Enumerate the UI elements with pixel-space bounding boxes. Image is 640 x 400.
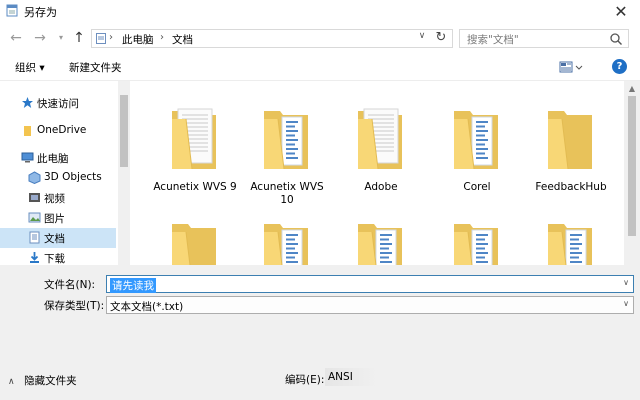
folder-with-files-icon <box>264 224 308 265</box>
folder-name: Adobe <box>364 181 398 193</box>
folder-item[interactable] <box>526 206 616 265</box>
folder-name: Acunetix WVS 9 <box>153 181 237 193</box>
folder-with-files-icon <box>358 224 402 265</box>
document-icon <box>29 231 40 244</box>
video-icon <box>29 193 40 202</box>
filename-label: 文件名(N): <box>44 279 96 291</box>
recent-locations-button[interactable]: ▾ <box>53 30 69 46</box>
command-toolbar: 组织 ▾ 新建文件夹 ? <box>0 54 640 81</box>
sidebar-item-label: OneDrive <box>37 124 87 136</box>
document-folder-icon <box>358 108 402 170</box>
sidebar-item-pictures[interactable]: 图片 <box>0 208 116 228</box>
sidebar-item-label: 下载 <box>44 253 65 265</box>
sidebar-item-onedrive[interactable]: OneDrive <box>0 121 116 141</box>
folder-item[interactable]: FeedbackHub <box>526 93 616 193</box>
sidebar-item-this-pc[interactable]: 此电脑 <box>0 148 116 168</box>
folder-item[interactable] <box>150 206 240 265</box>
address-bar[interactable]: › 此电脑 › 文档 ∨ ↻ <box>91 29 453 48</box>
folder-with-files-icon <box>264 111 308 170</box>
file-list-scrollbar-thumb[interactable] <box>628 96 636 236</box>
forward-button[interactable]: → <box>32 30 48 46</box>
chevron-down-icon[interactable]: ∨ <box>623 278 629 287</box>
sidebar-item-label: 3D Objects <box>44 171 102 183</box>
search-input[interactable]: 搜索"文档" <box>467 32 519 47</box>
sidebar-item-label: 此电脑 <box>37 153 69 165</box>
document-folder-icon <box>96 33 106 44</box>
chevron-up-icon: ∧ <box>8 377 15 387</box>
breadcrumb-item-documents[interactable]: 文档 <box>172 32 193 47</box>
document-folder-icon <box>172 108 216 170</box>
address-dropdown-icon[interactable]: ∨ <box>415 31 429 41</box>
folder-with-files-icon <box>454 111 498 170</box>
breadcrumb-item-this-pc[interactable]: 此电脑 <box>122 32 154 47</box>
notepad-icon <box>6 4 18 17</box>
folder-item[interactable]: Acunetix WVS 9 <box>150 93 240 193</box>
picture-icon <box>28 212 41 223</box>
sidebar-item-label: 快速访问 <box>37 98 79 110</box>
filetype-select[interactable]: 文本文档(*.txt) ∨ <box>106 296 634 314</box>
refresh-icon[interactable]: ↻ <box>432 30 450 45</box>
forward-arrow-icon: → <box>34 30 46 46</box>
change-view-icon[interactable] <box>558 60 584 74</box>
folder-item[interactable]: Corel <box>432 93 522 193</box>
new-folder-button[interactable]: 新建文件夹 <box>69 60 122 75</box>
back-button[interactable]: ← <box>8 30 24 46</box>
window-title: 另存为 <box>24 6 57 19</box>
folder-item[interactable] <box>242 206 332 265</box>
chevron-down-icon: ▾ <box>58 33 63 42</box>
title-bar: 另存为 ✕ <box>0 0 640 23</box>
sidebar-item-label: 文档 <box>44 233 65 245</box>
hide-folders-button[interactable]: ∧ 隐藏文件夹 <box>8 373 77 388</box>
folder-name: Acunetix WVS 10 <box>250 181 324 206</box>
sidebar-item-label: 视频 <box>44 193 65 205</box>
sidebar-item-3d-objects[interactable]: 3D Objects <box>0 168 116 188</box>
folder-name: Corel <box>463 181 491 193</box>
breadcrumb-separator: › <box>160 32 164 43</box>
folder-item[interactable]: Adobe <box>336 93 426 193</box>
3d-objects-icon <box>28 171 41 184</box>
file-list: Acunetix WVS 9 Acunetix WVS 10 Adobe Corel F… <box>130 81 624 265</box>
up-button[interactable]: ↑ <box>71 30 87 46</box>
folder-with-files-icon <box>548 224 592 265</box>
encoding-select[interactable]: ANSI <box>325 368 377 386</box>
close-icon: ✕ <box>614 1 628 21</box>
close-button[interactable]: ✕ <box>602 0 640 22</box>
folder-icon <box>548 111 592 170</box>
folder-icon <box>172 224 216 265</box>
filetype-label: 保存类型(T): <box>44 300 105 312</box>
computer-icon <box>21 152 34 163</box>
organize-button[interactable]: 组织 ▾ <box>15 60 45 75</box>
onedrive-icon <box>24 126 31 136</box>
encoding-label: 编码(E): <box>285 374 325 386</box>
chevron-down-icon[interactable]: ∨ <box>623 299 629 308</box>
search-box[interactable]: 搜索"文档" <box>459 29 629 48</box>
folder-name: FeedbackHub <box>535 181 607 193</box>
filename-field[interactable]: 请先读我 ∨ <box>106 275 634 293</box>
sidebar-item-videos[interactable]: 视频 <box>0 188 116 208</box>
sidebar-item-quick-access[interactable]: 快速访问 <box>0 93 116 113</box>
folder-item[interactable]: Acunetix WVS 10 <box>242 93 332 206</box>
navigation-pane: 快速访问 OneDrive 此电脑 3D Objects 视频 图片 文档 下载 <box>0 81 118 265</box>
back-arrow-icon: ← <box>10 30 22 46</box>
up-arrow-icon: ↑ <box>73 30 85 46</box>
encoding-value: ANSI <box>328 371 353 383</box>
scroll-up-icon[interactable]: ▲ <box>627 84 637 93</box>
sidebar-item-documents[interactable]: 文档 <box>0 228 116 248</box>
folder-item[interactable] <box>336 206 426 265</box>
filename-input[interactable]: 请先读我 <box>110 278 156 293</box>
search-icon[interactable] <box>609 32 623 46</box>
folder-with-files-icon <box>454 224 498 265</box>
download-icon <box>30 252 39 263</box>
sidebar-scrollbar-thumb[interactable] <box>120 95 128 167</box>
help-button[interactable]: ? <box>612 59 627 74</box>
sidebar-item-label: 图片 <box>44 213 65 225</box>
star-icon <box>22 97 33 108</box>
hide-folders-label: 隐藏文件夹 <box>24 375 77 387</box>
folder-item[interactable] <box>432 206 522 265</box>
filetype-value: 文本文档(*.txt) <box>110 301 184 313</box>
breadcrumb-separator: › <box>109 32 113 43</box>
